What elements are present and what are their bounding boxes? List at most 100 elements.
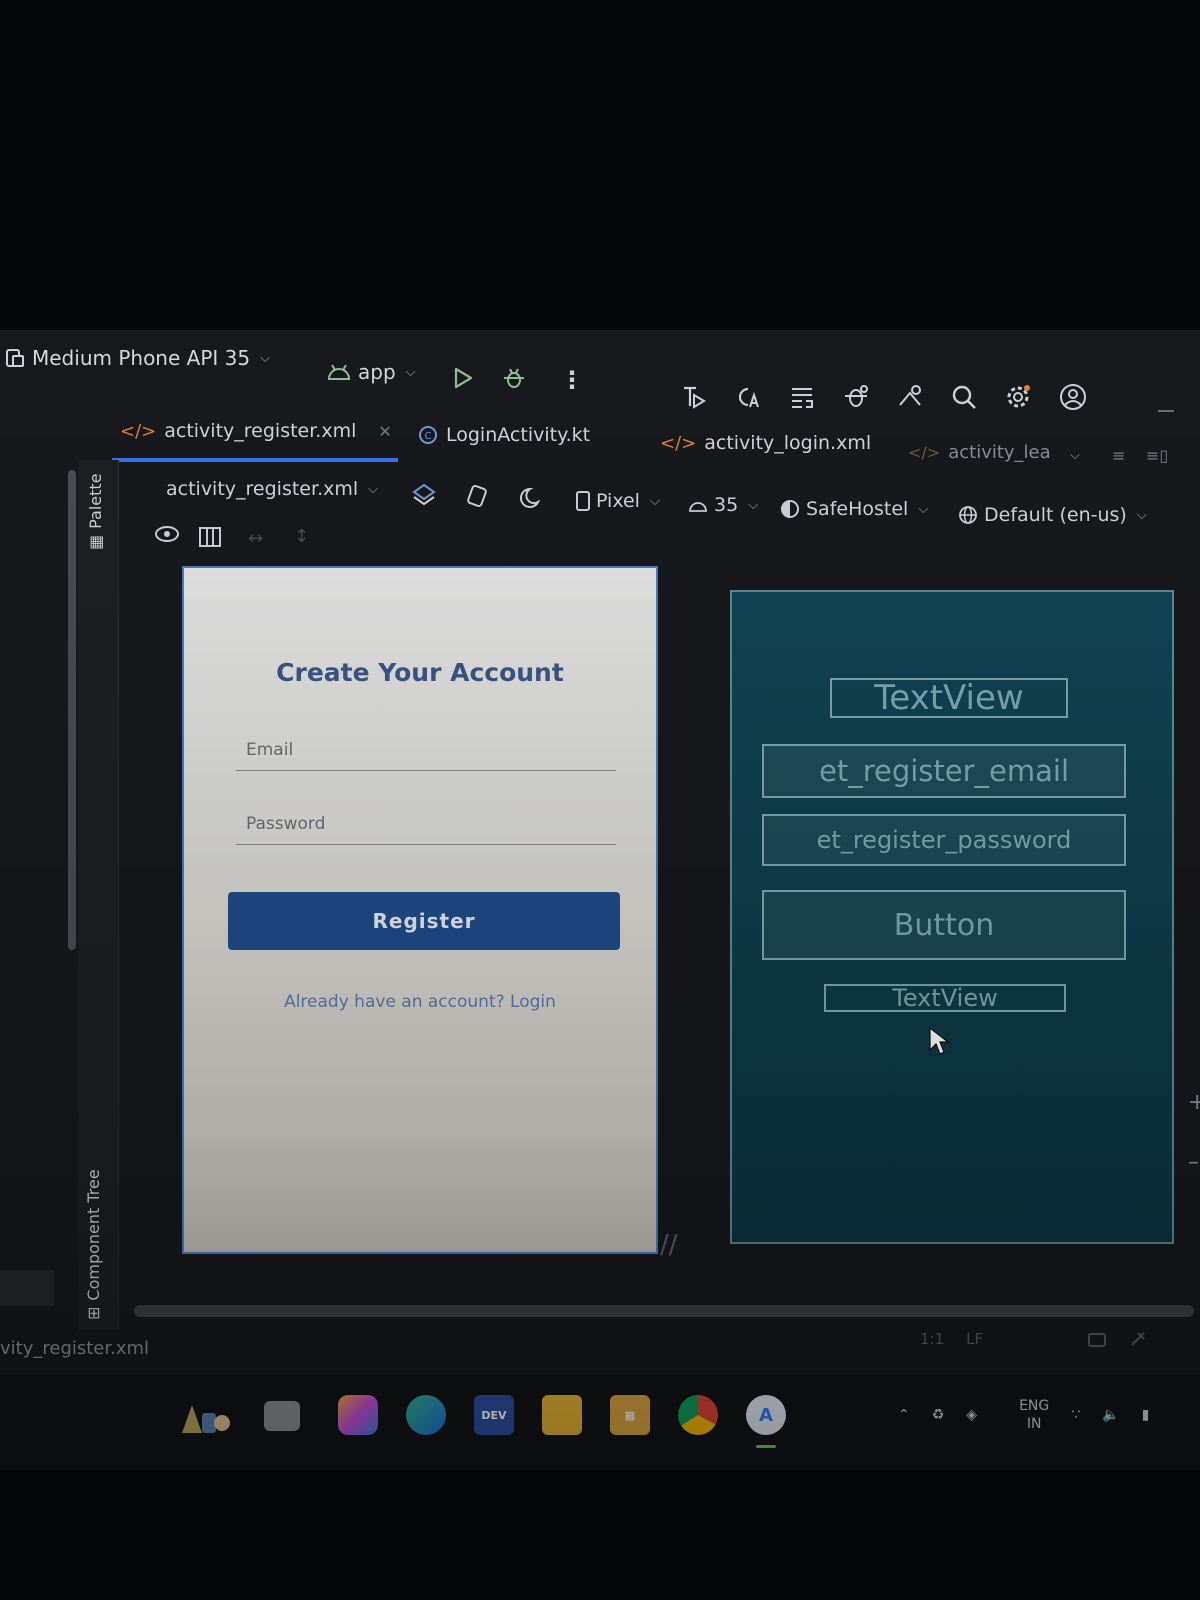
register-button[interactable]: Register — [228, 892, 620, 950]
theme-label: SafeHostel — [806, 498, 909, 520]
region-label: IN — [1026, 1416, 1042, 1432]
horizontal-scrollbar[interactable] — [134, 1305, 1194, 1317]
line-ending[interactable]: LF — [966, 1330, 983, 1348]
blueprint-password-input[interactable]: et_register_password — [762, 814, 1126, 866]
palette-tool-button[interactable]: ▦ Palette — [86, 473, 105, 550]
code-view-icon[interactable]: ≡ — [1112, 446, 1125, 465]
debug-icon[interactable] — [502, 366, 526, 390]
theme-icon — [780, 499, 800, 519]
tab-label: activity_lea — [948, 442, 1051, 463]
palette-label: Palette — [86, 473, 105, 529]
blueprint-title-textview[interactable]: TextView — [830, 678, 1068, 718]
widgets-icon[interactable] — [170, 1395, 234, 1435]
status-bar-right: 1:1 LF — [920, 1330, 1147, 1348]
active-app-indicator — [756, 1445, 776, 1448]
cursor-position[interactable]: 1:1 — [920, 1330, 944, 1348]
page-title: Create Your Account — [276, 658, 564, 687]
orientation-icon[interactable] — [464, 484, 492, 508]
split-view-icon[interactable]: ≡▯ — [1146, 446, 1168, 465]
tab-label: LoginActivity.kt — [446, 424, 591, 446]
tab-list-chevron-icon[interactable]: ⌵ — [1070, 448, 1080, 463]
close-icon[interactable]: ✕ — [378, 422, 391, 441]
chevron-down-icon: ⌵ — [368, 481, 378, 497]
edge-browser-icon[interactable] — [406, 1395, 446, 1435]
language-label: ENG — [1019, 1398, 1050, 1414]
xml-icon: </> — [120, 420, 157, 442]
store-icon[interactable]: ▦ — [610, 1395, 650, 1435]
battery-icon[interactable]: ▮ — [1142, 1407, 1150, 1423]
phone-icon — [576, 491, 590, 511]
view-options-eye-icon[interactable] — [154, 524, 184, 546]
tab-login-activity[interactable]: C LoginActivity.kt — [418, 424, 590, 446]
mouse-cursor-icon — [928, 1026, 952, 1060]
left-tool-strip: ▦ Palette ⊞ Component Tree — [78, 460, 119, 1330]
chevron-up-icon[interactable]: ⌃ — [898, 1407, 910, 1423]
android-icon — [326, 363, 352, 381]
locale-selector[interactable]: Default (en-us) ⌵ — [958, 504, 1147, 526]
tab-activity-register[interactable]: </> activity_register.xml ✕ — [120, 420, 392, 442]
login-link[interactable]: Already have an account? Login — [184, 992, 656, 1012]
volume-icon[interactable]: 🔈 — [1102, 1407, 1119, 1423]
device-manager-icon[interactable] — [896, 382, 924, 412]
more-options-icon[interactable]: ⋮ — [560, 366, 584, 394]
resize-handle-icon[interactable]: ∕∕ — [660, 1230, 678, 1260]
palette-icon: ▦ — [86, 534, 105, 550]
android-icon — [688, 498, 708, 512]
blueprint-register-button[interactable]: Button — [762, 890, 1126, 960]
night-mode-icon[interactable] — [516, 486, 542, 510]
run-icon[interactable] — [452, 366, 474, 390]
api-level-selector[interactable]: 35 ⌵ — [688, 494, 758, 516]
account-avatar-icon[interactable] — [1058, 382, 1088, 412]
email-field[interactable]: Email — [236, 734, 616, 771]
search-icon[interactable] — [950, 382, 978, 412]
profile-app-icon[interactable] — [680, 382, 708, 412]
blueprint-preview[interactable]: TextView et_register_email et_register_p… — [730, 590, 1174, 1244]
chrome-icon[interactable] — [678, 1395, 718, 1435]
language-indicator[interactable]: ENG IN — [1019, 1397, 1049, 1433]
file-explorer-icon[interactable] — [264, 1401, 300, 1431]
tab-activity-login[interactable]: </> activity_login.xml — [660, 432, 871, 454]
chevron-down-icon: ⌵ — [405, 364, 416, 380]
side-panel-tab[interactable] — [0, 1270, 54, 1306]
password-field[interactable]: Password — [236, 808, 616, 845]
svg-text:C: C — [425, 431, 432, 442]
lock-icon[interactable] — [1087, 1330, 1107, 1348]
pin-icon[interactable] — [1129, 1330, 1147, 1348]
design-surface-layers-icon[interactable] — [412, 482, 440, 506]
theme-selector[interactable]: SafeHostel ⌵ — [780, 498, 928, 520]
android-studio-icon[interactable]: A — [746, 1395, 786, 1435]
ide-window: Medium Phone API 35 ⌵ app ⌵ ⋮ </> activi… — [0, 330, 1200, 1470]
settings-gear-icon[interactable] — [1004, 382, 1032, 412]
dev-home-icon[interactable]: DEV — [474, 1395, 514, 1435]
attach-debugger-icon[interactable] — [842, 382, 870, 412]
zoom-out-icon[interactable]: – — [1188, 1150, 1199, 1175]
device-icon — [4, 347, 26, 369]
chevron-down-icon: ⌵ — [260, 350, 270, 366]
status-file: vity_register.xml — [0, 1338, 150, 1359]
blueprint-toggle-icon[interactable] — [198, 526, 222, 548]
blueprint-email-input[interactable]: et_register_email — [762, 744, 1126, 798]
kotlin-class-icon: C — [418, 425, 438, 445]
module-selector[interactable]: app ⌵ — [326, 360, 416, 384]
locale-label: Default (en-us) — [984, 504, 1127, 526]
component-tree-tool-button[interactable]: ⊞ Component Tree — [84, 1169, 103, 1320]
chevron-down-icon: ⌵ — [1136, 507, 1147, 523]
copilot-icon[interactable] — [338, 1395, 378, 1435]
sync-status-icon[interactable]: ♻ — [932, 1407, 945, 1423]
left-scrollbar[interactable] — [68, 470, 76, 950]
folder-icon[interactable] — [542, 1395, 582, 1435]
layout-file-selector[interactable]: activity_register.xml ⌵ — [166, 478, 378, 500]
zoom-in-icon[interactable]: + — [1188, 1090, 1200, 1115]
active-tab-indicator — [112, 458, 398, 462]
device-preview-selector[interactable]: Pixel ⌵ — [576, 490, 660, 512]
blueprint-login-textview[interactable]: TextView — [824, 984, 1066, 1012]
device-selector[interactable]: Medium Phone API 35 ⌵ — [4, 346, 270, 370]
design-preview[interactable]: Create Your Account Email Password Regis… — [182, 566, 658, 1254]
sync-icon[interactable] — [788, 382, 816, 412]
device-preview-label: Pixel — [596, 490, 640, 512]
app-tray-icon[interactable]: ◈ — [966, 1407, 977, 1423]
apply-changes-icon[interactable] — [734, 382, 762, 412]
wifi-icon[interactable]: ∵ — [1071, 1407, 1080, 1423]
chevron-down-icon: ⌵ — [649, 493, 660, 509]
tab-activity-lea[interactable]: </> activity_lea — [908, 442, 1051, 463]
